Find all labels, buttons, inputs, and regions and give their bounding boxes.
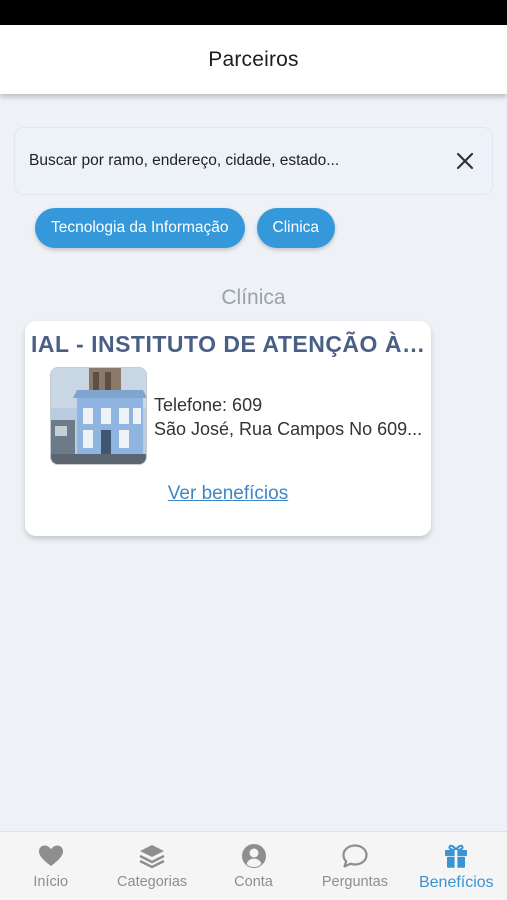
tab-label: Conta — [234, 874, 273, 890]
close-icon — [456, 152, 474, 170]
filter-chips: Tecnologia da Informação Clinica — [35, 208, 336, 248]
partner-name: IAL - INSTITUTO DE ATENÇÃO À ... — [31, 331, 425, 357]
partner-card[interactable]: IAL - INSTITUTO DE ATENÇÃO À ... Telefon… — [25, 321, 431, 536]
gift-icon — [445, 844, 468, 868]
partner-address: São José, Rua Campos No 609... — [154, 419, 423, 439]
tab-label: Categorias — [117, 874, 188, 890]
tab-perguntas[interactable]: Perguntas — [304, 832, 405, 900]
filter-chip-clinica[interactable]: Clinica — [256, 208, 336, 248]
partner-info: Telefone: 609 São José, Rua Campos No 60… — [154, 393, 429, 441]
tab-inicio[interactable]: Início — [0, 832, 101, 900]
filter-chip-tecnologia[interactable]: Tecnologia da Informação — [35, 208, 245, 248]
tab-label: Início — [33, 874, 69, 890]
tab-label: Benefícios — [418, 874, 494, 891]
tab-beneficios[interactable]: Benefícios — [406, 832, 507, 900]
tab-conta[interactable]: Conta — [203, 832, 304, 900]
app-header: Parceiros — [0, 25, 507, 94]
chat-bubble-icon — [342, 844, 368, 868]
user-circle-icon — [241, 844, 266, 868]
layers-icon — [139, 845, 165, 869]
heart-icon — [38, 845, 63, 866]
partner-photo — [50, 367, 147, 465]
clear-search-button[interactable] — [452, 148, 478, 174]
tab-categorias[interactable]: Categorias — [101, 832, 202, 900]
status-bar — [0, 0, 507, 25]
view-benefits-link[interactable]: Ver benefícios — [25, 483, 431, 505]
section-title: Clínica — [221, 286, 286, 309]
search-bar[interactable]: Buscar por ramo, endereço, cidade, estad… — [14, 127, 493, 195]
tab-label: Perguntas — [321, 874, 388, 890]
search-input[interactable]: Buscar por ramo, endereço, cidade, estad… — [29, 152, 452, 170]
partner-phone: Telefone: 609 — [154, 395, 263, 415]
bottom-tab-bar: Início Categorias Conta Perguntas Benefí… — [0, 831, 507, 900]
page-title: Parceiros — [208, 47, 299, 71]
